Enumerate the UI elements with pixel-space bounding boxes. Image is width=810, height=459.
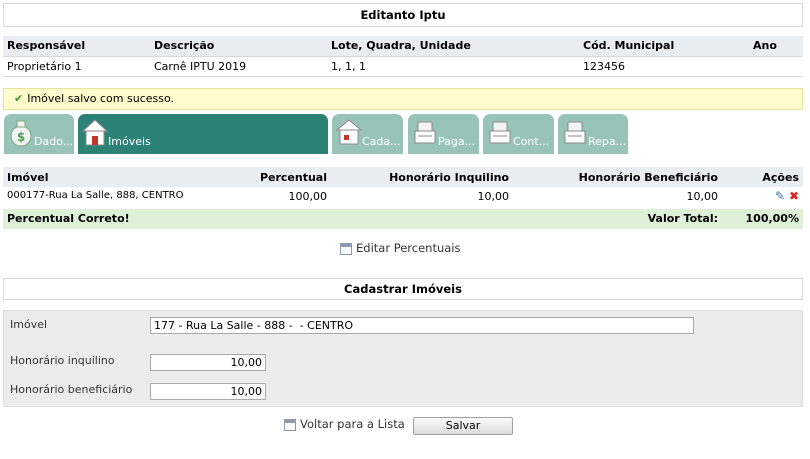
cell-cod-municipal: 123456 — [579, 56, 749, 77]
tab-dados-label: Dado... — [34, 135, 74, 148]
register-house-icon — [336, 119, 362, 145]
cash-register-icon — [414, 121, 436, 144]
cell-hon-beneficiario: 10,00 — [513, 187, 722, 209]
cash-register-icon — [564, 121, 586, 144]
tab-repasses[interactable]: Repa... — [558, 114, 628, 154]
col-imovel: Imóvel — [3, 167, 203, 187]
tab-cadastro-label: Cada... — [362, 135, 401, 148]
col-acoes: Ações — [722, 167, 803, 187]
col-cod-municipal: Cód. Municipal — [579, 36, 749, 57]
hon-inquilino-input[interactable] — [150, 354, 266, 371]
percentual-status: Percentual Correto! — [3, 207, 513, 229]
hon-inquilino-label: Honorário inquilino — [10, 354, 115, 367]
svg-text:$: $ — [17, 130, 25, 144]
tab-imoveis[interactable]: Imóveis — [78, 114, 328, 154]
calendar-icon — [284, 419, 296, 431]
cell-lote: 1, 1, 1 — [327, 56, 579, 77]
col-percentual: Percentual — [203, 167, 331, 187]
calendar-icon — [340, 243, 352, 255]
total-row: Percentual Correto! Valor Total: 100,00% — [3, 207, 803, 229]
house-icon — [82, 119, 108, 146]
edit-percentuais-label: Editar Percentuais — [356, 241, 461, 255]
iptu-info-table: Responsável Descrição Lote, Quadra, Unid… — [3, 36, 803, 77]
cash-register-icon — [489, 121, 511, 144]
cell-hon-inquilino: 10,00 — [331, 187, 513, 209]
imovel-label: Imóvel — [10, 318, 48, 331]
total-value: 100,00% — [722, 207, 803, 229]
col-responsavel: Responsável — [3, 36, 150, 57]
imoveis-table: Imóvel Percentual Honorário Inquilino Ho… — [3, 167, 803, 229]
tab-contas[interactable]: Cont... — [483, 114, 554, 154]
hon-beneficiario-label: Honorário beneficiário — [10, 383, 133, 396]
col-lote: Lote, Quadra, Unidade — [327, 36, 579, 57]
imovel-input[interactable] — [150, 317, 694, 334]
edit-percentuais-link[interactable]: Editar Percentuais — [340, 241, 461, 255]
cell-imovel: 000177-Rua La Salle, 888, CENTRO — [3, 187, 203, 209]
total-label: Valor Total: — [513, 207, 722, 229]
cell-ano — [749, 56, 803, 77]
col-hon-beneficiario: Honorário Beneficiário — [513, 167, 722, 187]
cell-percentual: 100,00 — [203, 187, 331, 209]
back-to-list-label: Voltar para a Lista — [300, 417, 405, 431]
col-descricao: Descrição — [150, 36, 327, 57]
success-message: ✔ Imóvel salvo com sucesso. — [3, 88, 803, 110]
save-button[interactable]: Salvar — [413, 417, 513, 435]
tab-repasses-label: Repa... — [588, 135, 626, 148]
tab-contas-label: Cont... — [513, 135, 550, 148]
table-row: 000177-Rua La Salle, 888, CENTRO 100,00 … — [3, 187, 803, 209]
tab-cadastro[interactable]: Cada... — [332, 114, 403, 154]
tab-imoveis-label: Imóveis — [108, 135, 151, 148]
hon-beneficiario-input[interactable] — [150, 383, 266, 400]
tab-pagamentos-label: Paga... — [438, 135, 476, 148]
cadastrar-imoveis-form: Imóvel Honorário inquilino Honorário ben… — [3, 310, 803, 407]
col-ano: Ano — [749, 36, 803, 57]
page-title: Editanto Iptu — [3, 3, 803, 27]
cell-acoes: ✎ ✖ — [722, 187, 803, 209]
money-bag-icon: $ — [10, 120, 32, 147]
cell-descricao: Carnê IPTU 2019 — [150, 56, 327, 77]
checkmark-icon: ✔ — [14, 92, 24, 105]
cell-responsavel: Proprietário 1 — [3, 56, 150, 77]
pencil-icon[interactable]: ✎ — [773, 190, 785, 202]
delete-icon[interactable]: ✖ — [787, 190, 799, 202]
col-hon-inquilino: Honorário Inquilino — [331, 167, 513, 187]
tab-dados[interactable]: $ Dado... — [4, 114, 74, 154]
cadastrar-imoveis-title: Cadastrar Imóveis — [3, 278, 803, 300]
success-message-text: Imóvel salvo com sucesso. — [27, 92, 175, 105]
back-to-list-link[interactable]: Voltar para a Lista — [284, 417, 405, 431]
tab-pagamentos[interactable]: Paga... — [408, 114, 479, 154]
